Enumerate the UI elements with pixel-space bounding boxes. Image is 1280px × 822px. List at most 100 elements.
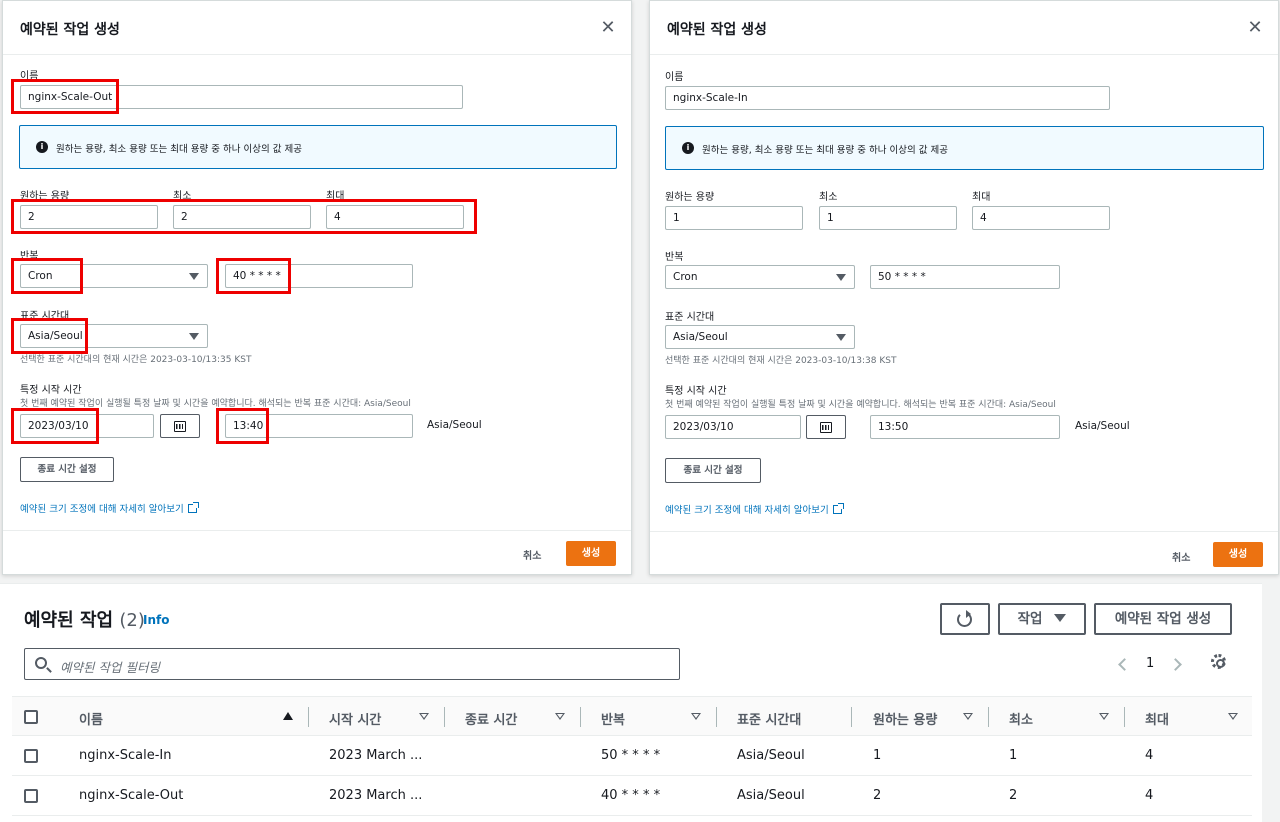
name-label: 이름 — [665, 72, 684, 83]
desired-capacity-input[interactable]: 2 — [20, 205, 158, 229]
page: 예약된 작업 생성 ✕ 이름 nginx-Scale-Out i 원하는 용량,… — [0, 0, 1280, 822]
row-checkbox[interactable] — [24, 749, 38, 763]
sort-icon[interactable] — [963, 713, 973, 720]
gear-icon[interactable] — [1211, 654, 1226, 669]
min-capacity-input[interactable]: 1 — [819, 206, 957, 230]
column-header-end-time[interactable]: 종료 시간 — [465, 709, 517, 728]
cell-max: 4 — [1145, 748, 1154, 763]
cron-expression-input[interactable]: 40 * * * * — [225, 264, 413, 288]
info-text: 원하는 용량, 최소 용량 또는 최대 용량 중 하나 이상의 값 제공 — [56, 144, 302, 155]
min-capacity-input[interactable]: 2 — [173, 205, 311, 229]
sort-icon[interactable] — [691, 713, 701, 720]
min-capacity-label: 최소 — [819, 192, 838, 203]
start-date-input[interactable]: 2023/03/10 — [665, 415, 801, 439]
page-number[interactable]: 1 — [1146, 656, 1154, 671]
refresh-button[interactable] — [940, 603, 990, 635]
set-end-time-button[interactable]: 종료 시간 설정 — [665, 458, 761, 483]
column-divider[interactable] — [444, 707, 445, 727]
sort-icon[interactable] — [1099, 713, 1109, 720]
column-divider[interactable] — [851, 707, 852, 727]
start-date-input[interactable]: 2023/03/10 — [20, 414, 154, 438]
sort-icon[interactable] — [419, 713, 429, 720]
panel-title: 예약된 작업 (2) — [24, 606, 145, 632]
caret-down-icon — [189, 273, 199, 280]
cancel-button[interactable]: 취소 — [1172, 549, 1190, 564]
info-text: 원하는 용량, 최소 용량 또는 최대 용량 중 하나 이상의 값 제공 — [702, 145, 948, 156]
item-count: (2) — [119, 610, 145, 631]
column-divider[interactable] — [716, 707, 717, 727]
cron-expression-input[interactable]: 50 * * * * — [870, 265, 1060, 289]
column-header-min[interactable]: 최소 — [1009, 709, 1033, 728]
start-timezone-text: Asia/Seoul — [427, 419, 482, 431]
set-end-time-button[interactable]: 종료 시간 설정 — [20, 457, 114, 482]
sort-icon[interactable] — [1228, 713, 1238, 720]
close-icon[interactable]: ✕ — [599, 19, 617, 37]
learn-more-link[interactable]: 예약된 크기 조정에 대해 자세히 알아보기 — [665, 502, 844, 516]
modal-header: 예약된 작업 생성 ✕ — [650, 1, 1278, 55]
timezone-label: 표준 시간대 — [665, 312, 715, 323]
create-button[interactable]: 생성 — [566, 541, 616, 566]
timezone-select[interactable]: Asia/Seoul — [20, 324, 208, 348]
footer-divider — [3, 530, 631, 531]
create-scheduled-action-modal-scale-in: 예약된 작업 생성 ✕ 이름 nginx-Scale-In i 원하는 용량, … — [649, 0, 1279, 575]
table-row[interactable]: nginx-Scale-In 2023 March ... 50 * * * *… — [12, 736, 1252, 776]
name-input[interactable]: nginx-Scale-Out — [20, 85, 463, 109]
column-header-recurrence[interactable]: 반복 — [601, 709, 625, 728]
desired-capacity-label: 원하는 용량 — [665, 192, 715, 203]
name-label: 이름 — [20, 71, 39, 82]
start-time-label: 특정 시작 시간 — [665, 386, 727, 397]
filter-search-input[interactable]: 예약된 작업 필터링 — [24, 648, 680, 680]
max-capacity-input[interactable]: 4 — [972, 206, 1110, 230]
sort-ascending-icon[interactable] — [283, 712, 293, 720]
chevron-right-icon[interactable] — [1169, 658, 1182, 671]
column-divider[interactable] — [308, 707, 309, 727]
select-all-checkbox[interactable] — [24, 710, 38, 724]
search-placeholder: 예약된 작업 필터링 — [60, 660, 160, 675]
cancel-button[interactable]: 취소 — [523, 547, 541, 562]
recurrence-value: Cron — [673, 271, 698, 283]
start-timezone-text: Asia/Seoul — [1075, 420, 1130, 432]
column-header-desired-capacity[interactable]: 원하는 용량 — [873, 709, 937, 728]
timezone-select[interactable]: Asia/Seoul — [665, 325, 855, 349]
create-scheduled-action-button[interactable]: 예약된 작업 생성 — [1094, 603, 1232, 635]
desired-capacity-input[interactable]: 1 — [665, 206, 803, 230]
chevron-left-icon[interactable] — [1118, 658, 1131, 671]
start-time-input[interactable]: 13:40 — [225, 414, 413, 438]
close-icon[interactable]: ✕ — [1246, 19, 1264, 37]
cell-recurrence: 40 * * * * — [601, 788, 661, 803]
column-header-timezone[interactable]: 표준 시간대 — [737, 709, 801, 728]
learn-more-link[interactable]: 예약된 크기 조정에 대해 자세히 알아보기 — [20, 501, 199, 515]
actions-dropdown-button[interactable]: 작업 — [998, 603, 1086, 635]
calendar-button[interactable] — [806, 415, 846, 439]
table-row[interactable]: nginx-Scale-Out 2023 March ... 40 * * * … — [12, 776, 1252, 816]
recurrence-select[interactable]: Cron — [665, 265, 855, 289]
max-capacity-input[interactable]: 4 — [326, 205, 464, 229]
column-header-start-time[interactable]: 시작 시간 — [329, 709, 381, 728]
column-header-max[interactable]: 최대 — [1145, 709, 1169, 728]
start-time-input[interactable]: 13:50 — [870, 415, 1060, 439]
cell-desired-capacity: 2 — [873, 788, 882, 803]
caret-down-icon — [1054, 614, 1067, 622]
create-button[interactable]: 생성 — [1213, 542, 1263, 567]
column-divider[interactable] — [988, 707, 989, 727]
caret-down-icon — [189, 333, 199, 340]
recurrence-select[interactable]: Cron — [20, 264, 208, 288]
cell-min: 1 — [1009, 748, 1018, 763]
modal-header: 예약된 작업 생성 ✕ — [3, 1, 631, 55]
start-time-label: 특정 시작 시간 — [20, 385, 82, 396]
column-divider[interactable] — [580, 707, 581, 727]
timezone-value: Asia/Seoul — [673, 331, 728, 343]
sort-icon[interactable] — [555, 713, 565, 720]
row-checkbox[interactable] — [24, 789, 38, 803]
desired-capacity-label: 원하는 용량 — [20, 191, 70, 202]
info-link[interactable]: Info — [143, 613, 169, 627]
column-divider[interactable] — [1124, 707, 1125, 727]
cell-name: nginx-Scale-Out — [79, 788, 184, 803]
refresh-icon — [957, 610, 972, 627]
cell-max: 4 — [1145, 788, 1154, 803]
panel-title-text: 예약된 작업 — [24, 610, 114, 631]
column-header-name[interactable]: 이름 — [79, 709, 103, 728]
name-input[interactable]: nginx-Scale-In — [665, 86, 1110, 110]
caret-down-icon — [836, 274, 846, 281]
calendar-button[interactable] — [160, 414, 200, 438]
